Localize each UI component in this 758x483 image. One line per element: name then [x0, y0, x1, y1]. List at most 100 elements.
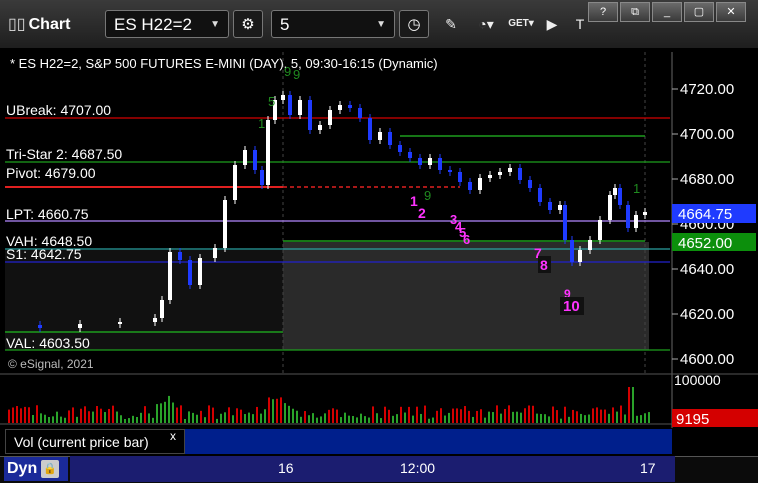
seq-label-1: 1 [410, 193, 418, 209]
volume-bar [12, 407, 14, 423]
settings-button[interactable]: ⚙ [233, 10, 263, 38]
play-button[interactable]: ▶ [540, 12, 564, 36]
volume-bar [548, 416, 550, 423]
volume-bar [316, 417, 318, 423]
volume-bar [136, 416, 138, 423]
volume-bar [352, 415, 354, 423]
volume-bar [208, 405, 210, 423]
close-button[interactable]: ✕ [716, 2, 746, 22]
volume-bar [200, 410, 202, 423]
volume-bar [8, 409, 10, 423]
volume-bar [616, 411, 618, 423]
volume-bar [560, 418, 562, 423]
help-button[interactable]: ? [588, 2, 618, 22]
volume-bar [248, 412, 250, 423]
volume-bar [492, 412, 494, 423]
volume-bar [504, 408, 506, 423]
minimize-icon: _ [663, 6, 671, 18]
volume-bar [372, 406, 374, 423]
volume-bar [332, 408, 334, 423]
volume-bar [432, 417, 434, 423]
volume-bar [552, 406, 554, 423]
val-label: VAL: 4603.50 [6, 335, 90, 351]
volume-bar [572, 409, 574, 423]
volume-bar [464, 406, 466, 423]
chevron-down-icon: ▼ [210, 19, 220, 30]
maximize-button[interactable]: ▢ [684, 2, 714, 22]
volume-bar [100, 408, 102, 423]
volume-bar [164, 401, 166, 423]
volume-bar [92, 411, 94, 423]
price-chart[interactable]: * ES H22=2, S&P 500 FUTURES E-MINI (DAY)… [0, 48, 758, 428]
volume-bar [224, 412, 226, 423]
time-button[interactable]: ◷ [399, 10, 429, 38]
price-tick-label: 4700.00 [680, 126, 734, 143]
volume-bar [508, 405, 510, 423]
volume-bar [72, 407, 74, 423]
volume-bar [444, 415, 446, 423]
volume-bar [272, 399, 274, 423]
draw-pencil-button[interactable]: ✎ [438, 12, 464, 36]
volume-bar [368, 417, 370, 423]
volume-bar [144, 406, 146, 423]
volume-bar [452, 408, 454, 423]
volume-bar [296, 410, 298, 423]
volume-bar [256, 406, 258, 423]
volume-close-button[interactable]: x [170, 429, 176, 443]
volume-bar [148, 413, 150, 423]
pencil-icon: ✎ [445, 16, 457, 32]
price-tick-label: 4640.00 [680, 261, 734, 278]
volume-bar [176, 407, 178, 423]
volume-bar [308, 415, 310, 423]
volume-bar [300, 416, 302, 423]
volume-bar [36, 405, 38, 423]
symbol-input[interactable]: ES H22=2 ▼ [105, 10, 229, 38]
volume-bar [396, 414, 398, 423]
volume-bar [592, 408, 594, 423]
svg-text:9: 9 [284, 64, 291, 79]
volume-bar [612, 407, 614, 423]
volume-bar [280, 397, 282, 423]
volume-bar [388, 409, 390, 423]
svg-text:9: 9 [293, 67, 300, 82]
help-icon: ? [599, 6, 607, 18]
volume-bar [524, 408, 526, 423]
restore-icon: ⧉ [631, 6, 639, 18]
volume-bar [292, 408, 294, 423]
volume-bar [424, 405, 426, 423]
restore-button[interactable]: ⧉ [620, 2, 650, 22]
volume-bar [588, 414, 590, 423]
volume-bar [480, 409, 482, 423]
volume-bar [632, 387, 634, 423]
volume-tick: 100000 [674, 372, 721, 388]
volume-panel-strip [185, 429, 672, 454]
volume-bar [232, 415, 234, 423]
get-button[interactable]: GET▾ [505, 12, 537, 36]
volume-bar [252, 414, 254, 423]
dynamic-mode-button[interactable]: Dyn 🔒 [4, 457, 68, 481]
volume-value: 9195 [676, 411, 709, 428]
lock-icon: 🔒 [41, 459, 60, 478]
volume-bar [288, 405, 290, 423]
volume-bar [180, 405, 182, 423]
study-button[interactable]: ◔▾ [470, 12, 502, 36]
volume-bar [44, 414, 46, 423]
price-axis: 4720.004700.004680.004660.004640.004620.… [671, 48, 758, 428]
volume-bar [484, 417, 486, 423]
svg-text:1: 1 [258, 116, 265, 131]
volume-bar [220, 413, 222, 423]
interval-input[interactable]: 5 ▼ [271, 10, 395, 38]
volume-bar [356, 417, 358, 423]
volume-bar [140, 412, 142, 423]
price-tick-label: 4600.00 [680, 351, 734, 368]
volume-bar [576, 411, 578, 423]
volume-bar [268, 397, 270, 423]
volume-bar [496, 405, 498, 423]
volume-bar [620, 405, 622, 423]
time-label-16: 16 [278, 460, 294, 476]
volume-bar [328, 409, 330, 423]
text-icon: T [575, 16, 585, 32]
minimize-button[interactable]: _ [652, 2, 682, 22]
volume-bar [360, 413, 362, 423]
time-label-17: 17 [640, 460, 656, 476]
